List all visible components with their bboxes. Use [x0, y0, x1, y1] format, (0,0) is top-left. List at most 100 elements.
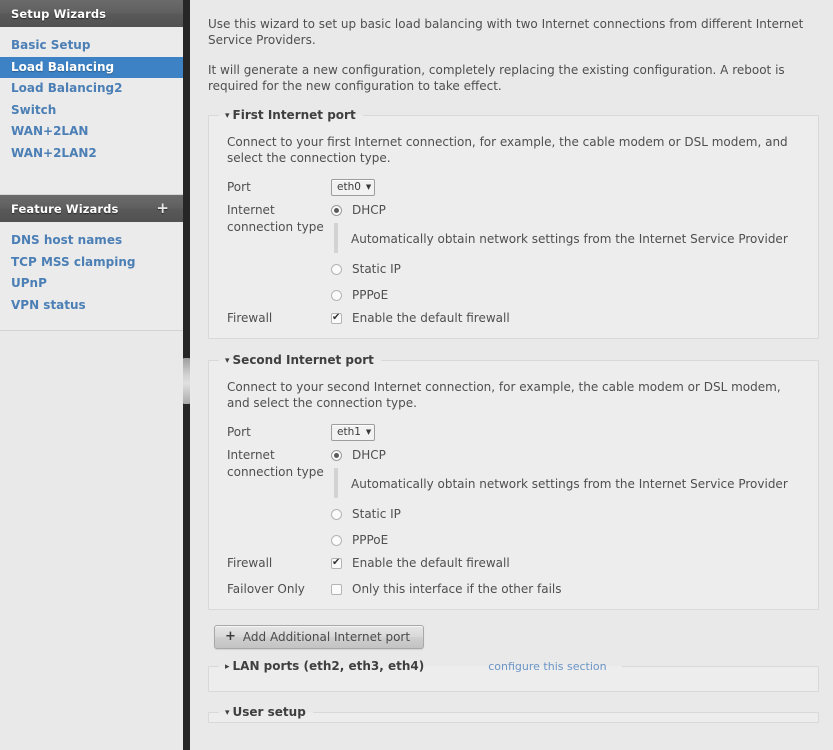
first-port-connection-type-label: Internet connection type: [227, 201, 331, 236]
second-port-static-ip-label: Static IP: [352, 507, 401, 521]
sidebar-item-dns-host-names[interactable]: DNS host names: [0, 230, 183, 252]
indent-bar: [334, 468, 338, 498]
checkbox-failover-icon[interactable]: [331, 584, 342, 595]
first-port-dhcp-option[interactable]: DHCP: [331, 201, 800, 220]
second-port-pppoe-option[interactable]: PPPoE: [331, 531, 800, 550]
lan-ports-section: ▸ LAN ports (eth2, eth3, eth4) configure t…: [208, 659, 819, 692]
first-port-port-label: Port: [227, 180, 251, 194]
second-internet-port-legend-text: Second Internet port: [232, 353, 374, 367]
sidebar-item-upnp[interactable]: UPnP: [0, 273, 183, 295]
second-port-firewall-label: Firewall: [227, 556, 273, 570]
wizard-intro: Use this wizard to set up basic load bal…: [208, 0, 819, 94]
second-port-failover-option[interactable]: Only this interface if the other fails: [331, 580, 800, 599]
second-port-firewall-row: Firewall Enable the default firewall: [227, 554, 800, 573]
user-setup-section: ▾ User setup: [208, 705, 819, 723]
conn-label-line2: connection type: [227, 220, 324, 234]
sidebar: Setup Wizards Basic Setup Load Balancing…: [0, 0, 183, 750]
first-port-firewall-option[interactable]: Enable the default firewall: [331, 309, 800, 328]
first-port-pppoe-label: PPPoE: [352, 288, 389, 302]
sidebar-item-tcp-mss-clamping[interactable]: TCP MSS clamping: [0, 252, 183, 274]
conn-label-line2: connection type: [227, 465, 324, 479]
user-setup-legend-text: User setup: [232, 705, 306, 719]
second-port-select[interactable]: eth1 ▼: [331, 424, 376, 441]
first-port-firewall-row: Firewall Enable the default firewall: [227, 309, 800, 328]
lan-ports-legend[interactable]: ▸ LAN ports (eth2, eth3, eth4) configure t…: [219, 659, 622, 673]
first-port-select[interactable]: eth0 ▼: [331, 179, 376, 196]
sidebar-item-wan-2lan[interactable]: WAN+2LAN: [0, 121, 183, 143]
second-port-port-row: Port eth1 ▼: [227, 423, 800, 442]
first-port-port-row: Port eth0 ▼: [227, 178, 800, 197]
add-additional-internet-port-label: Add Additional Internet port: [242, 630, 411, 644]
vertical-scrollbar-thumb[interactable]: [183, 358, 190, 404]
configure-this-section-link[interactable]: configure this section: [480, 660, 614, 673]
chevron-down-icon: ▾: [225, 708, 230, 718]
feature-wizards-title: Feature Wizards: [11, 201, 119, 216]
sidebar-item-load-balancing[interactable]: Load Balancing: [0, 56, 183, 78]
first-port-dhcp-description: Automatically obtain network settings fr…: [351, 232, 788, 246]
first-port-static-ip-option[interactable]: Static IP: [331, 260, 800, 279]
feature-wizards-list: DNS host names TCP MSS clamping UPnP VPN…: [0, 222, 183, 330]
feature-wizards-header: Feature Wizards +: [0, 195, 183, 222]
second-port-form: Port eth1 ▼ Internet connection type DHC…: [209, 423, 818, 599]
sidebar-item-vpn-status[interactable]: VPN status: [0, 295, 183, 317]
second-port-firewall-option[interactable]: Enable the default firewall: [331, 554, 800, 573]
second-port-pppoe-label: PPPoE: [352, 533, 389, 547]
sidebar-item-load-balancing2[interactable]: Load Balancing2: [0, 78, 183, 100]
second-port-connection-type-row: Internet connection type DHCP Automatica…: [227, 446, 800, 550]
first-port-description: Connect to your first Internet connectio…: [227, 135, 788, 165]
first-port-select-value: eth0: [337, 181, 361, 193]
sidebar-item-basic-setup[interactable]: Basic Setup: [0, 35, 183, 57]
first-internet-port-section: ▾ First Internet port Connect to your fir…: [208, 108, 819, 339]
sidebar-item-wan-2lan2[interactable]: WAN+2LAN2: [0, 143, 183, 165]
chevron-down-icon: ▼: [365, 428, 372, 436]
second-port-port-label: Port: [227, 425, 251, 439]
checkbox-firewall-icon[interactable]: [331, 556, 342, 569]
first-port-firewall-label: Firewall: [227, 311, 273, 325]
second-internet-port-legend[interactable]: ▾ Second Internet port: [219, 353, 381, 367]
second-port-failover-label: Failover Only: [227, 582, 305, 596]
second-port-failover-checkbox-label: Only this interface if the other fails: [352, 582, 562, 596]
sidebar-item-switch[interactable]: Switch: [0, 100, 183, 122]
application-window: Setup Wizards Basic Setup Load Balancing…: [0, 0, 833, 750]
second-port-connection-type-label: Internet connection type: [227, 446, 331, 481]
feature-wizards-panel: Feature Wizards + DNS host names TCP MSS…: [0, 195, 183, 331]
radio-static-ip-icon[interactable]: [331, 509, 342, 520]
setup-wizards-list: Basic Setup Load Balancing Load Balancin…: [0, 27, 183, 194]
vertical-scrollbar-track[interactable]: [183, 0, 190, 750]
conn-label-line1: Internet: [227, 203, 275, 217]
chevron-right-icon: ▸: [225, 662, 230, 672]
lan-ports-legend-text: LAN ports (eth2, eth3, eth4): [232, 659, 425, 673]
first-internet-port-legend-text: First Internet port: [232, 108, 356, 122]
setup-wizards-panel: Setup Wizards Basic Setup Load Balancing…: [0, 0, 183, 195]
sidebar-empty-area: [0, 331, 183, 750]
second-port-static-ip-option[interactable]: Static IP: [331, 505, 800, 524]
conn-label-line1: Internet: [227, 448, 275, 462]
second-port-select-value: eth1: [337, 426, 361, 438]
indent-bar: [334, 223, 338, 253]
second-internet-port-section: ▾ Second Internet port Connect to your se…: [208, 353, 819, 610]
second-port-description: Connect to your second Internet connecti…: [227, 380, 781, 410]
checkbox-firewall-icon[interactable]: [331, 311, 342, 324]
first-port-pppoe-option[interactable]: PPPoE: [331, 286, 800, 305]
second-port-dhcp-option[interactable]: DHCP: [331, 446, 800, 465]
radio-pppoe-icon[interactable]: [331, 535, 342, 546]
radio-static-ip-icon[interactable]: [331, 264, 342, 275]
second-port-dhcp-label: DHCP: [352, 448, 386, 462]
intro-paragraph-1: Use this wizard to set up basic load bal…: [208, 17, 804, 47]
radio-pppoe-icon[interactable]: [331, 290, 342, 301]
plus-icon[interactable]: +: [156, 201, 172, 216]
first-port-form: Port eth0 ▼ Internet connection type DHC…: [209, 178, 818, 328]
add-additional-internet-port-button[interactable]: + Add Additional Internet port: [214, 625, 425, 649]
chevron-down-icon: ▼: [365, 183, 372, 191]
setup-wizards-title: Setup Wizards: [11, 6, 107, 21]
chevron-down-icon: ▾: [225, 111, 230, 121]
radio-dhcp-icon[interactable]: [331, 450, 342, 461]
user-setup-legend[interactable]: ▾ User setup: [219, 705, 313, 719]
chevron-down-icon: ▾: [225, 356, 230, 366]
intro-paragraph-2: It will generate a new configuration, co…: [208, 63, 785, 93]
second-port-firewall-checkbox-label: Enable the default firewall: [352, 556, 510, 570]
second-port-dhcp-description-block: Automatically obtain network settings fr…: [331, 468, 800, 498]
main-content: Use this wizard to set up basic load bal…: [190, 0, 833, 750]
radio-dhcp-icon[interactable]: [331, 205, 342, 216]
first-internet-port-legend[interactable]: ▾ First Internet port: [219, 108, 363, 122]
